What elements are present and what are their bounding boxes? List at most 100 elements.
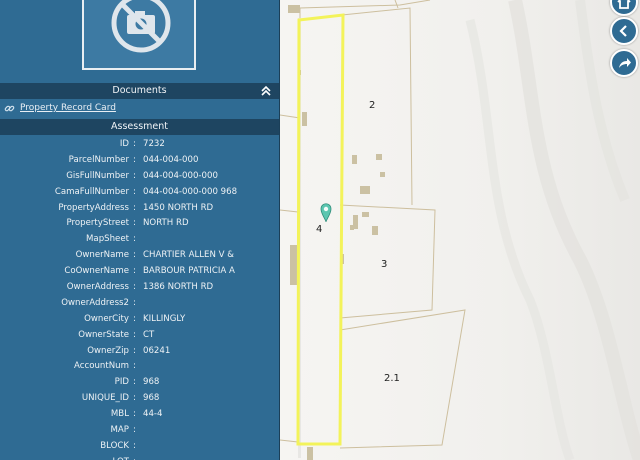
field-key: OwnerCity bbox=[84, 313, 129, 324]
assessment-row: OwnerState: CT bbox=[0, 327, 279, 343]
field-value: CHARTIER ALLEN V & bbox=[143, 250, 234, 261]
field-key: MAP bbox=[110, 424, 129, 435]
field-separator: : bbox=[133, 266, 136, 277]
field-key: CamaFullNumber bbox=[54, 186, 129, 197]
assessment-row: OwnerZip:06241 bbox=[0, 343, 279, 359]
assessment-title: Assessment bbox=[111, 121, 168, 132]
assessment-header: Assessment bbox=[0, 119, 279, 135]
assessment-row: LOT: bbox=[0, 454, 279, 460]
field-value: CT bbox=[143, 329, 155, 340]
documents-title: Documents bbox=[112, 85, 167, 96]
assessment-row: PropertyStreet: NORTH RD bbox=[0, 215, 279, 231]
assessment-row: CamaFullNumber:044-004-000-000 968 bbox=[0, 184, 279, 200]
field-key: OwnerZip bbox=[87, 345, 129, 356]
field-separator: : bbox=[133, 234, 136, 245]
parcel-label: 4 bbox=[316, 224, 323, 235]
back-button[interactable] bbox=[610, 17, 638, 45]
field-value: 044-004-000-000 968 bbox=[143, 186, 238, 197]
field-separator: : bbox=[133, 313, 136, 324]
field-separator: : bbox=[133, 393, 136, 404]
assessment-row: UNIQUE_ID:968 bbox=[0, 390, 279, 406]
field-value: BARBOUR PATRICIA A bbox=[143, 266, 235, 277]
assessment-row: OwnerAddress2: bbox=[0, 295, 279, 311]
field-key: UNIQUE_ID bbox=[81, 393, 129, 404]
assessment-row: ID:7232 bbox=[0, 136, 279, 152]
field-key: GisFullNumber bbox=[66, 170, 129, 181]
parcel-label: 2.1 bbox=[384, 373, 400, 384]
field-key: PID bbox=[114, 377, 129, 388]
assessment-row: PID:968 bbox=[0, 374, 279, 390]
field-key: PropertyStreet bbox=[66, 218, 129, 229]
field-separator: : bbox=[133, 138, 136, 149]
field-value: 044-004-000-000 bbox=[143, 170, 218, 181]
field-value: KILLINGLY bbox=[143, 313, 186, 324]
share-icon bbox=[619, 58, 631, 68]
collapse-up-icon[interactable] bbox=[259, 83, 273, 99]
chevron-left-icon bbox=[619, 25, 627, 37]
field-value: 1386 NORTH RD bbox=[143, 281, 214, 292]
field-key: BLOCK bbox=[100, 440, 129, 451]
field-key: OwnerName bbox=[75, 250, 129, 261]
home-button[interactable] bbox=[610, 0, 638, 16]
field-separator: : bbox=[133, 424, 136, 435]
field-value: 44-4 bbox=[143, 409, 163, 420]
field-separator: : bbox=[133, 186, 136, 197]
field-separator: : bbox=[133, 329, 136, 340]
no-photo-icon bbox=[111, 0, 171, 53]
field-separator: : bbox=[133, 170, 136, 181]
link-icon bbox=[4, 105, 15, 111]
field-key: AccountNum bbox=[74, 361, 129, 372]
field-separator: : bbox=[133, 218, 136, 229]
field-value: 968 bbox=[143, 377, 160, 388]
field-value: NORTH RD bbox=[143, 218, 189, 229]
assessment-row: MapSheet: bbox=[0, 231, 279, 247]
property-record-card-label: Property Record Card bbox=[20, 103, 116, 113]
assessment-row: OwnerCity: KILLINGLY bbox=[0, 311, 279, 327]
share-button[interactable] bbox=[610, 49, 638, 77]
field-separator: : bbox=[133, 281, 136, 292]
field-separator: : bbox=[133, 440, 136, 451]
home-icon bbox=[617, 0, 631, 9]
field-value: 06241 bbox=[143, 345, 171, 356]
field-value: 1450 NORTH RD bbox=[143, 202, 214, 213]
field-key: OwnerAddress bbox=[66, 281, 129, 292]
assessment-row: MAP: bbox=[0, 422, 279, 438]
field-separator: : bbox=[133, 377, 136, 388]
field-key: OwnerState bbox=[78, 329, 129, 340]
field-key: ID bbox=[119, 138, 129, 149]
assessment-row: OwnerAddress:1386 NORTH RD bbox=[0, 279, 279, 295]
field-key: MapSheet bbox=[86, 234, 129, 245]
assessment-row: AccountNum: bbox=[0, 358, 279, 374]
field-separator: : bbox=[133, 250, 136, 261]
field-key: OwnerAddress2 bbox=[61, 297, 129, 308]
assessment-row: MBL:44-4 bbox=[0, 406, 279, 422]
assessment-table: ID:7232 ParcelNumber:044-004-000 GisFullNu… bbox=[0, 136, 279, 460]
map-view[interactable]: 2 4 3 2.1 bbox=[280, 0, 640, 460]
field-key: PropertyAddress bbox=[58, 202, 129, 213]
field-value: 7232 bbox=[143, 138, 165, 149]
field-separator: : bbox=[133, 409, 136, 420]
field-separator: : bbox=[133, 297, 136, 308]
documents-header[interactable]: Documents bbox=[0, 83, 279, 99]
field-value: 044-004-000 bbox=[143, 154, 199, 165]
assessment-row: BLOCK: bbox=[0, 438, 279, 454]
assessment-row: ParcelNumber:044-004-000 bbox=[0, 152, 279, 168]
assessment-row: GisFullNumber:044-004-000-000 bbox=[0, 168, 279, 184]
map-canvas[interactable] bbox=[280, 0, 640, 460]
field-separator: : bbox=[133, 345, 136, 356]
field-key: CoOwnerName bbox=[64, 266, 129, 277]
field-separator: : bbox=[133, 361, 136, 372]
field-separator: : bbox=[133, 202, 136, 213]
field-key: MBL bbox=[110, 409, 129, 420]
assessment-row: OwnerName: CHARTIER ALLEN V & bbox=[0, 247, 279, 263]
parcel-label: 3 bbox=[381, 259, 388, 270]
assessment-row: PropertyAddress:1450 NORTH RD bbox=[0, 200, 279, 216]
field-key: ParcelNumber bbox=[68, 154, 129, 165]
info-panel: Documents Property Record Card Assessmen… bbox=[0, 0, 280, 460]
field-separator: : bbox=[133, 154, 136, 165]
field-value: 968 bbox=[143, 393, 160, 404]
parcel-label: 2 bbox=[369, 100, 376, 111]
property-record-card-link[interactable]: Property Record Card bbox=[4, 101, 116, 115]
photo-placeholder bbox=[82, 0, 196, 70]
assessment-row: CoOwnerName: BARBOUR PATRICIA A bbox=[0, 263, 279, 279]
